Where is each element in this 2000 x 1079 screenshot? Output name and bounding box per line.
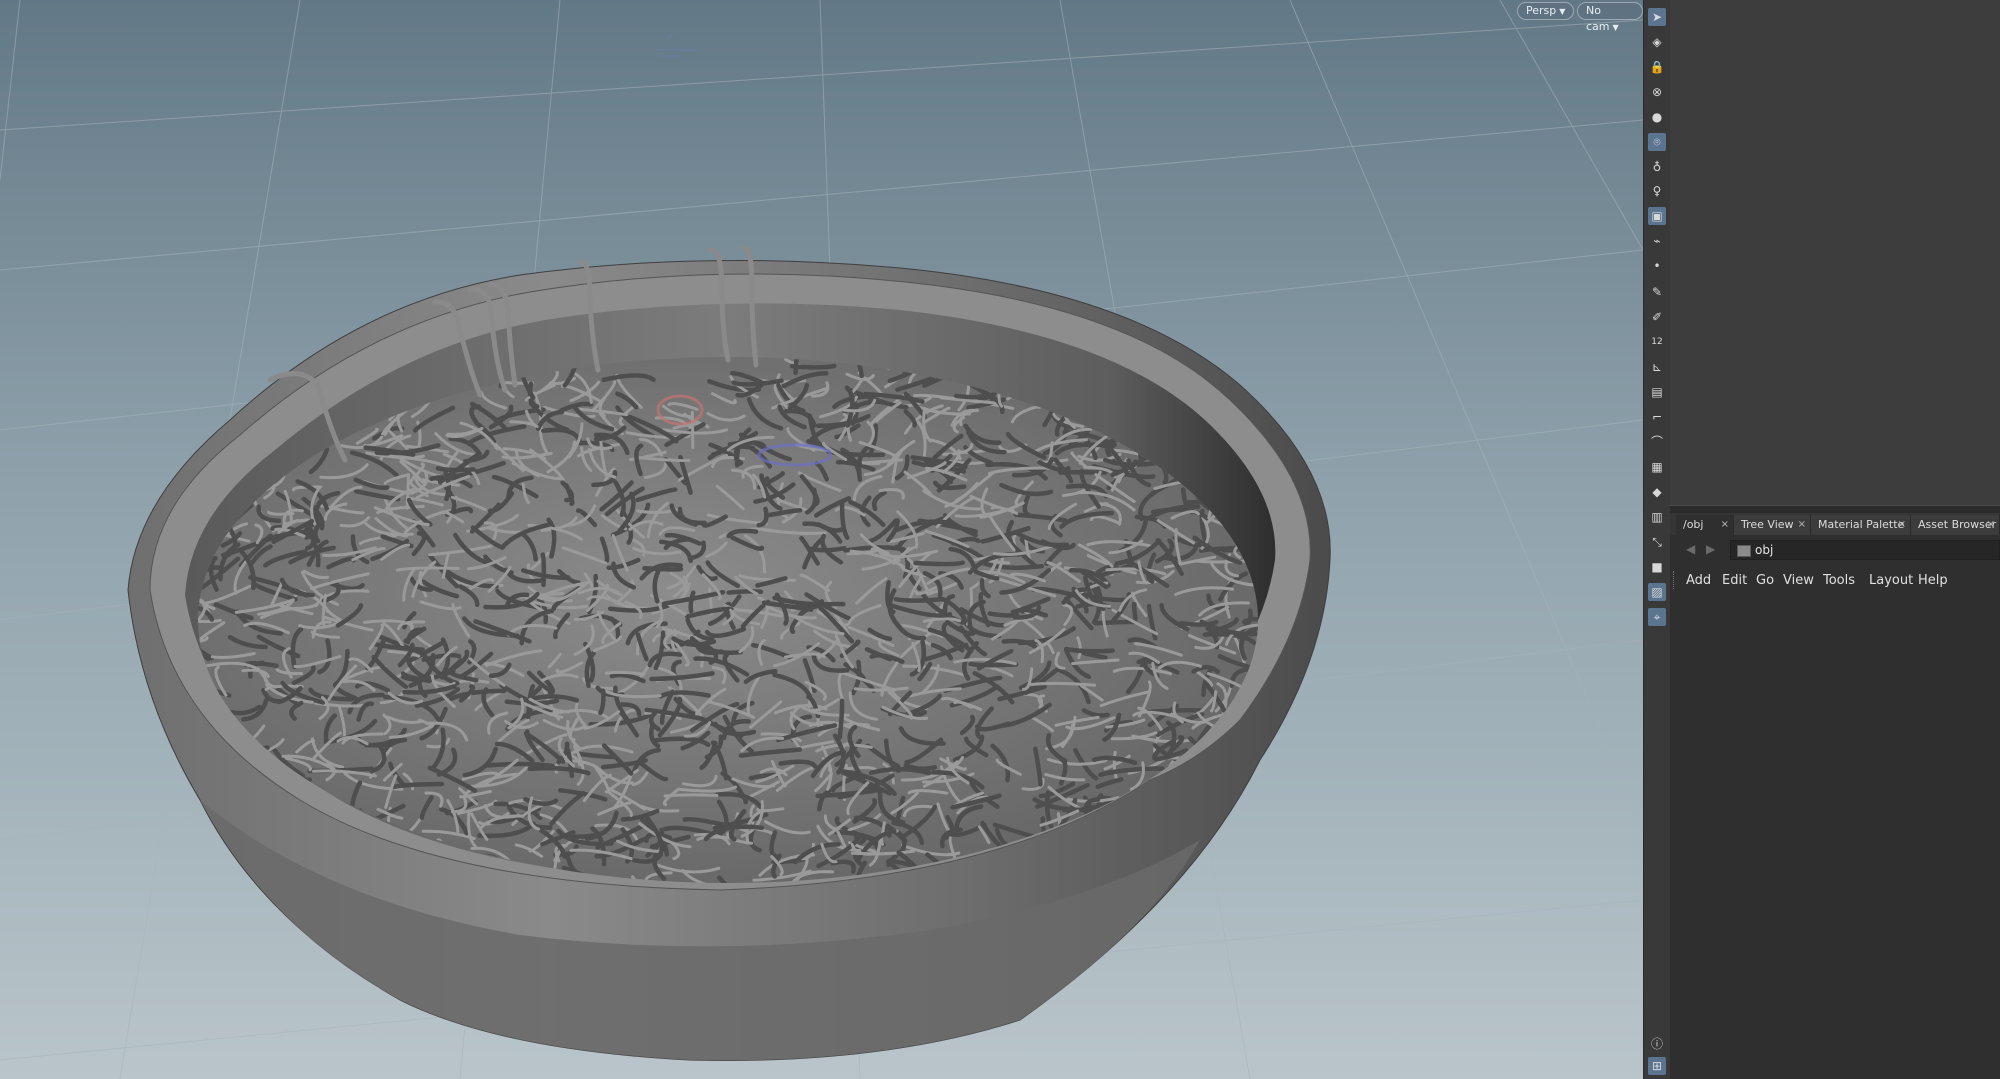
tab-obj[interactable]: /obj × [1676, 515, 1734, 535]
noodle-strand [837, 698, 845, 740]
screenshot-icon[interactable]: ▨ [1648, 583, 1666, 601]
tab-material-palette[interactable]: Material Palette × [1811, 515, 1911, 535]
menu-go[interactable]: Go [1756, 573, 1774, 588]
network-icon [1737, 545, 1751, 557]
path-bar: ◀ ▶ obj [1670, 535, 2000, 565]
corner-icon[interactable]: ⌐ [1648, 408, 1666, 426]
close-icon[interactable]: × [1798, 515, 1806, 535]
tab-tree-view[interactable]: Tree View × [1734, 515, 1811, 535]
number-icon[interactable]: 12 [1648, 333, 1666, 351]
tab-label: Material Palette [1818, 518, 1905, 531]
paint-icon[interactable]: ✎ [1648, 283, 1666, 301]
parameter-pane [1670, 0, 2000, 505]
noodle-strand [604, 670, 646, 676]
noodle-strand [690, 410, 695, 449]
camera-view-button[interactable]: Persp ▼ [1517, 2, 1575, 20]
close-icon[interactable]: × [1721, 515, 1729, 535]
box-icon[interactable]: ▤ [1648, 383, 1666, 401]
tab-label: Tree View [1741, 518, 1794, 531]
noodle-strand [485, 761, 555, 769]
square-icon[interactable]: ■ [1648, 558, 1666, 576]
light-bulb-icon[interactable]: ♁ [1648, 158, 1666, 176]
lock-icon[interactable]: 🔒 [1648, 58, 1666, 76]
display-mode-icon[interactable]: ▣ [1648, 207, 1666, 225]
network-menu-bar: Add Edit Go View Tools Layout Help [1670, 567, 2000, 595]
ghost-icon[interactable]: ◈ [1648, 33, 1666, 51]
noodle-strand [1063, 646, 1115, 654]
tab-asset-browser[interactable]: Asset Browser × [1911, 515, 2000, 535]
select-arrow-icon[interactable]: ➤ [1648, 8, 1666, 26]
pane-tab-bar: /obj × Tree View × Material Palette × Asset… [1670, 513, 2000, 535]
noodle-strand [913, 560, 966, 567]
tab-label: /obj [1683, 518, 1704, 531]
light-alt-icon[interactable]: ♀ [1648, 182, 1666, 200]
dot-gear-icon[interactable]: ◆ [1648, 483, 1666, 501]
noodle-strand [688, 590, 696, 614]
camera-select-button[interactable]: No cam ▼ [1577, 2, 1643, 33]
scale-icon[interactable]: ⤡ [1648, 533, 1666, 551]
menu-help[interactable]: Help [1918, 573, 1948, 588]
info-icon[interactable]: ⓘ [1648, 1035, 1666, 1053]
viewport-toolbar: ➤ ◈ 🔒 ⊗ ● ⌾ ♁ ♀ ▣ ⌁ • ✎ ✐ 12 ⊾ ▤ ⌐ ⌒ ▦ ◆ ▥ ⤡ ■ ▨ ⌖ ⓘ ⊞ [1643, 0, 1671, 1079]
noodle-strand [1131, 601, 1138, 622]
menu-edit[interactable]: Edit [1722, 573, 1747, 588]
no-select-icon[interactable]: ⊗ [1648, 83, 1666, 101]
side-panes: /obj × Tree View × Material Palette × Asset… [1670, 0, 2000, 1079]
chevron-down-icon: ▼ [1559, 7, 1566, 16]
vertex-icon[interactable]: ⌁ [1648, 232, 1666, 250]
noodle-strand [893, 596, 944, 603]
tab-label: Asset Browser [1918, 518, 1997, 531]
scene-viewport[interactable]: Persp ▼ No cam ▼ [0, 0, 1643, 1079]
menu-tools[interactable]: Tools [1823, 573, 1855, 588]
checker-icon[interactable]: ▦ [1648, 458, 1666, 476]
noodle-strand [1093, 619, 1138, 626]
noodle-strand [968, 661, 1019, 668]
camera-select-label: No cam [1586, 4, 1610, 33]
noodle-strand [954, 393, 987, 400]
point-icon[interactable]: • [1648, 257, 1666, 275]
noodle-strand [663, 793, 719, 798]
grip-icon[interactable] [1673, 571, 1677, 589]
close-icon[interactable]: × [1898, 515, 1906, 535]
network-pane[interactable]: /obj × Tree View × Material Palette × Asset… [1670, 513, 2000, 1079]
close-icon[interactable]: × [1987, 515, 1995, 535]
network-path-text: obj [1755, 543, 1774, 557]
brush-icon[interactable]: ✐ [1648, 308, 1666, 326]
menu-layout[interactable]: Layout [1869, 573, 1913, 588]
scene-canvas[interactable] [0, 0, 1643, 1079]
forward-arrow-icon[interactable]: ▶ [1706, 542, 1715, 556]
noodle-strand [789, 363, 837, 370]
magnet-pin-icon[interactable]: ⌾ [1648, 133, 1666, 151]
menu-add[interactable]: Add [1686, 573, 1711, 588]
noodle-strand [435, 466, 476, 473]
camera-view-label: Persp [1526, 4, 1557, 17]
pin-icon[interactable]: ⌖ [1648, 608, 1666, 626]
back-arrow-icon[interactable]: ◀ [1686, 542, 1695, 556]
axis-icon[interactable]: ⊾ [1648, 358, 1666, 376]
hat-icon[interactable]: ⌒ [1648, 433, 1666, 451]
network-path-field[interactable]: obj [1730, 540, 2000, 560]
chevron-down-icon: ▼ [1612, 23, 1619, 32]
grid-icon[interactable]: ⊞ [1648, 1057, 1666, 1075]
ground-icon[interactable]: ▥ [1648, 508, 1666, 526]
menu-view[interactable]: View [1783, 573, 1814, 588]
sphere-icon[interactable]: ● [1648, 108, 1666, 126]
